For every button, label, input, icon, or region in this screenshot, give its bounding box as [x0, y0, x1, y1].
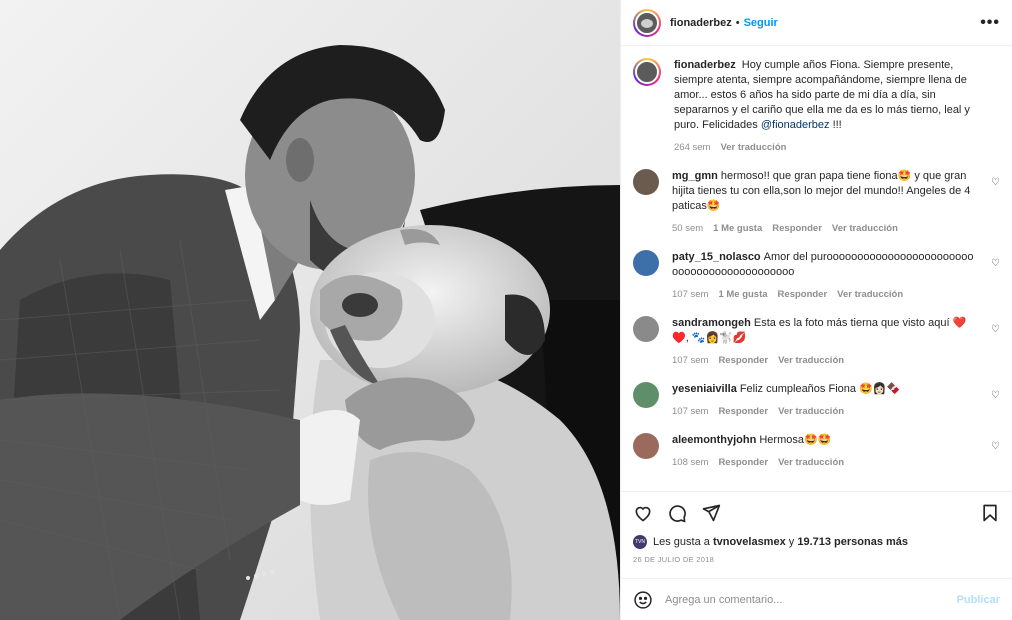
comment-username[interactable]: yeseniaivilla [672, 383, 737, 395]
comment-time[interactable]: 107 sem [672, 404, 708, 419]
comments-scroll-area[interactable]: fionaderbez Hoy cumple años Fiona. Siemp… [621, 46, 1012, 491]
comment-time[interactable]: 50 sem [672, 221, 703, 236]
post-date[interactable]: 26 DE JULIO DE 2018 [621, 549, 1012, 564]
comment-avatar[interactable] [633, 433, 659, 459]
comment-username[interactable]: paty_15_nolasco [672, 251, 761, 263]
comment-username[interactable]: sandramongeh [672, 317, 751, 329]
comment-avatar[interactable] [633, 382, 659, 408]
translate-link[interactable]: Ver traducción [832, 221, 898, 236]
comment-avatar[interactable] [633, 316, 659, 342]
post-actions [621, 491, 1012, 525]
comment-item: aleemonthyjohn Hermosa🤩🤩 108 sem Responde… [633, 433, 1000, 470]
reply-button[interactable]: Responder [718, 455, 768, 470]
post-photo[interactable] [0, 0, 620, 620]
translate-link[interactable]: Ver traducción [837, 287, 903, 302]
likes-count-link[interactable]: 19.713 personas más [797, 536, 908, 548]
comment-likes[interactable]: 1 Me gusta [718, 287, 767, 302]
header-separator: • [735, 16, 740, 29]
comment-text: Hermosa🤩🤩 [759, 434, 832, 446]
likes-prefix: Les gusta a [653, 536, 710, 548]
translate-link[interactable]: Ver traducción [778, 404, 844, 419]
reply-button[interactable]: Responder [718, 353, 768, 368]
comment-avatar[interactable] [633, 250, 659, 276]
translate-link[interactable]: Ver traducción [778, 353, 844, 368]
caption-tail: !!! [832, 119, 842, 131]
liker-username[interactable]: tvnovelasmex [713, 536, 786, 548]
liker-avatar[interactable]: TVN [633, 535, 647, 549]
comment-time[interactable]: 107 sem [672, 287, 708, 302]
comment-icon[interactable] [667, 503, 687, 523]
comment-item: paty_15_nolasco Amor del purooooooooooooo… [633, 250, 1000, 302]
like-comment-icon[interactable]: ♡ [991, 441, 1000, 452]
comment-username[interactable]: aleemonthyjohn [672, 434, 756, 446]
caption-avatar[interactable] [633, 58, 661, 86]
author-avatar[interactable] [633, 8, 661, 37]
publish-button[interactable]: Publicar [957, 594, 1000, 606]
post-sidebar: fionaderbez • Seguir ••• fionaderbez Hoy… [620, 0, 1012, 620]
comment-input[interactable] [665, 593, 957, 606]
like-comment-icon[interactable]: ♡ [991, 324, 1000, 335]
heart-icon[interactable] [633, 503, 653, 523]
caption-mention[interactable]: @fionaderbez [761, 119, 830, 131]
post-header: fionaderbez • Seguir ••• [621, 0, 1012, 46]
caption-time[interactable]: 264 sem [674, 140, 710, 155]
photo-illustration [0, 0, 620, 620]
comment-item: mg_gmn hermoso!! que gran papa tiene fion… [633, 169, 1000, 236]
share-icon[interactable] [701, 503, 721, 523]
comments-list: mg_gmn hermoso!! que gran papa tiene fion… [633, 169, 1000, 470]
like-comment-icon[interactable]: ♡ [991, 177, 1000, 188]
comment-avatar[interactable] [633, 169, 659, 195]
likes-summary: TVN Les gusta a tvnovelasmex y 19.713 pe… [621, 525, 1012, 549]
like-comment-icon[interactable]: ♡ [991, 258, 1000, 269]
comment-likes[interactable]: 1 Me gusta [713, 221, 762, 236]
add-comment-bar: Publicar [621, 578, 1012, 620]
follow-button[interactable]: Seguir [744, 17, 778, 29]
likes-middle: y [788, 536, 795, 548]
emoji-icon[interactable] [633, 590, 653, 610]
reply-button[interactable]: Responder [778, 287, 828, 302]
like-comment-icon[interactable]: ♡ [991, 390, 1000, 401]
author-username[interactable]: fionaderbez [670, 17, 732, 29]
post-caption: fionaderbez Hoy cumple años Fiona. Siemp… [633, 58, 1000, 155]
comment-time[interactable]: 108 sem [672, 455, 708, 470]
comment-text: Feliz cumpleaños Fiona 🤩👩🏻🍫 [739, 383, 901, 395]
reply-button[interactable]: Responder [772, 221, 822, 236]
comment-username[interactable]: mg_gmn [672, 170, 718, 182]
comment-time[interactable]: 107 sem [672, 353, 708, 368]
translate-link[interactable]: Ver traducción [778, 455, 844, 470]
caption-username[interactable]: fionaderbez [674, 59, 736, 71]
post-modal: fionaderbez • Seguir ••• fionaderbez Hoy… [0, 0, 1012, 620]
caption-translate-link[interactable]: Ver traducción [720, 140, 786, 155]
more-options-icon[interactable]: ••• [980, 14, 1000, 32]
reply-button[interactable]: Responder [718, 404, 768, 419]
bookmark-icon[interactable] [980, 503, 1000, 523]
comment-item: sandramongeh Esta es la foto más tierna q… [633, 316, 1000, 368]
comment-item: yeseniaivilla Feliz cumpleaños Fiona 🤩👩🏻🍫… [633, 382, 1000, 419]
